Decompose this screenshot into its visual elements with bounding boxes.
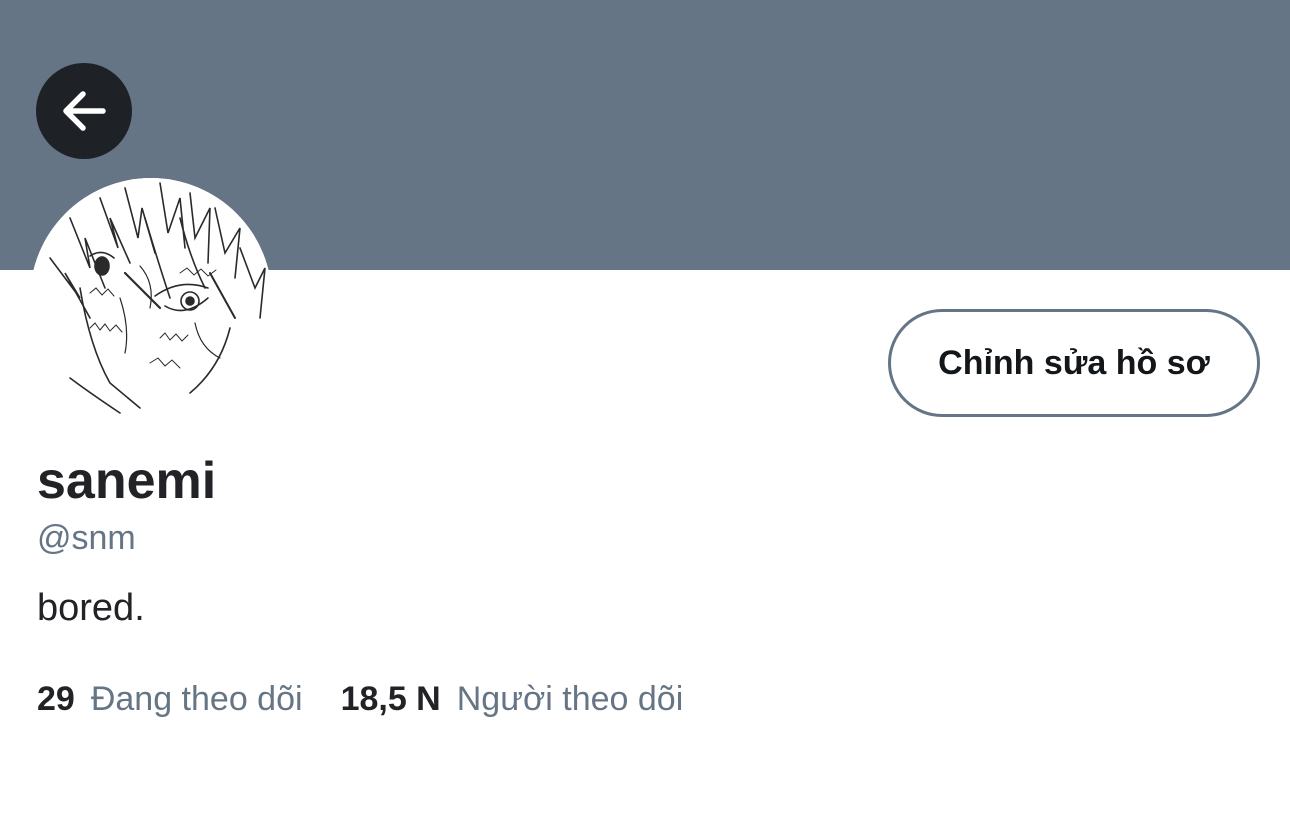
- profile-bio: bored.: [37, 587, 145, 629]
- following-label: Đang theo dõi: [90, 680, 303, 718]
- profile-page: Chỉnh sửa hồ sơ sanemi @snm bored. 29 Đa…: [0, 0, 1290, 816]
- avatar[interactable]: [30, 178, 272, 420]
- follow-stats: 29 Đang theo dõi 18,5 N Người theo dõi: [37, 676, 683, 722]
- followers-link[interactable]: 18,5 N Người theo dõi: [341, 676, 684, 722]
- following-link[interactable]: 29 Đang theo dõi: [37, 676, 303, 722]
- display-name: sanemi: [37, 452, 217, 510]
- avatar-illustration: [30, 178, 272, 420]
- edit-profile-button[interactable]: Chỉnh sửa hồ sơ: [888, 309, 1260, 417]
- arrow-left-icon: [63, 91, 106, 131]
- user-handle: @snm: [37, 519, 136, 557]
- followers-label: Người theo dõi: [456, 680, 684, 718]
- back-button[interactable]: [36, 63, 132, 159]
- following-count: 29: [37, 680, 75, 718]
- followers-count: 18,5 N: [340, 680, 441, 718]
